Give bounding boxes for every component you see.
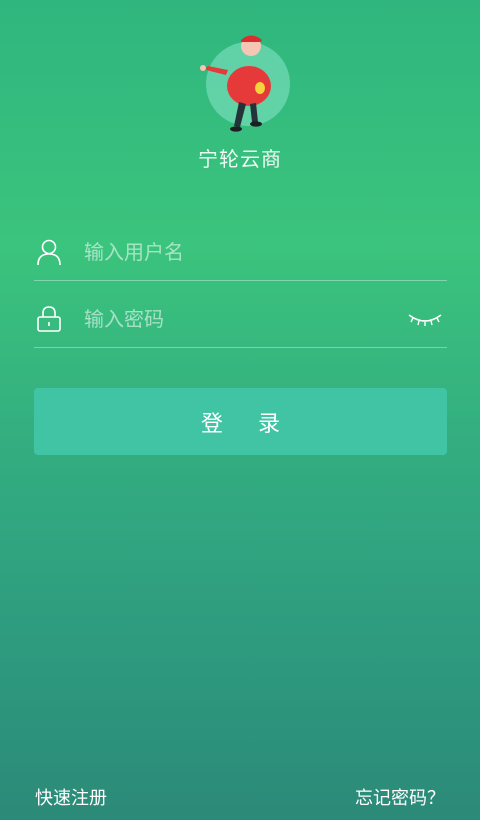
app-title: 宁轮云商 — [198, 147, 282, 171]
register-link[interactable]: 快速注册 — [35, 784, 107, 810]
username-input[interactable] — [84, 234, 384, 270]
username-field — [34, 226, 447, 281]
login-button[interactable]: 登 录 — [34, 388, 447, 455]
user-icon — [36, 238, 62, 266]
mascot-logo — [194, 28, 294, 138]
forgot-password-link[interactable]: 忘记密码？ — [355, 784, 445, 810]
lock-icon — [36, 305, 62, 333]
eye-closed-icon[interactable] — [407, 307, 443, 331]
password-input[interactable] — [84, 301, 384, 337]
password-field — [34, 293, 447, 348]
